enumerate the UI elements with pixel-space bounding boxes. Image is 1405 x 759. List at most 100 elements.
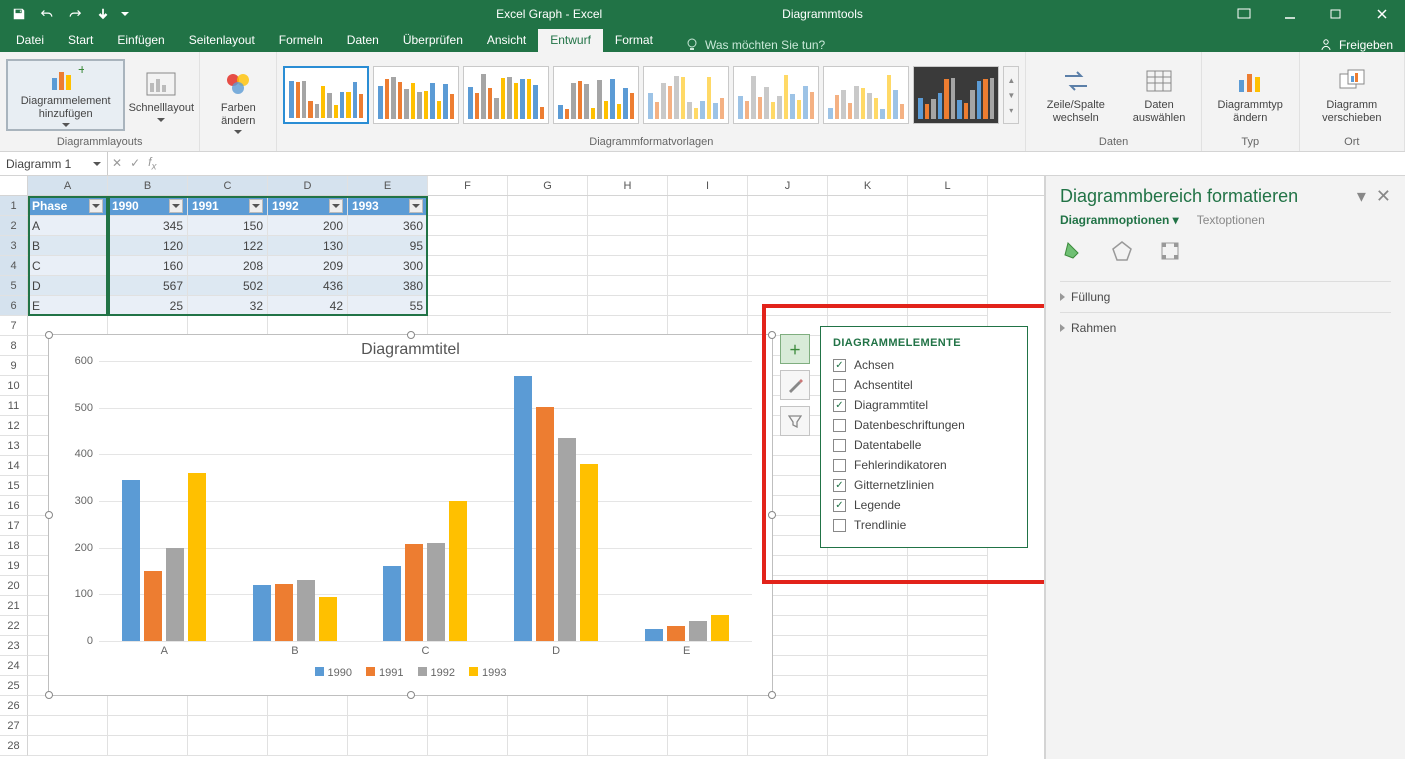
- row-header[interactable]: 18: [0, 536, 28, 556]
- chart-style-thumb[interactable]: [913, 66, 999, 124]
- grid-cell[interactable]: [588, 276, 668, 296]
- grid-cell[interactable]: C: [28, 256, 108, 276]
- col-header[interactable]: G: [508, 176, 588, 195]
- tab-ueberpruefen[interactable]: Überprüfen: [391, 29, 475, 52]
- qat-more-icon[interactable]: [118, 2, 132, 26]
- chart-style-thumb[interactable]: [553, 66, 639, 124]
- row-header[interactable]: 7: [0, 316, 28, 336]
- grid-cell[interactable]: [908, 576, 988, 596]
- grid-cell[interactable]: [428, 696, 508, 716]
- grid-cell[interactable]: [828, 736, 908, 756]
- grid-cell[interactable]: D: [28, 276, 108, 296]
- grid-cell[interactable]: [748, 696, 828, 716]
- grid-cell[interactable]: [828, 656, 908, 676]
- touch-mode-icon[interactable]: [90, 2, 116, 26]
- row-header[interactable]: 19: [0, 556, 28, 576]
- chart-bar[interactable]: [689, 621, 707, 641]
- grid-cell[interactable]: 567: [108, 276, 188, 296]
- grid-cell[interactable]: [588, 736, 668, 756]
- filter-dropdown-icon[interactable]: [249, 199, 263, 213]
- row-header[interactable]: 16: [0, 496, 28, 516]
- col-header[interactable]: K: [828, 176, 908, 195]
- grid-cell[interactable]: 1991: [188, 196, 268, 216]
- checkbox-icon[interactable]: [833, 419, 846, 432]
- checkbox-icon[interactable]: [833, 459, 846, 472]
- col-header[interactable]: L: [908, 176, 988, 195]
- col-header[interactable]: D: [268, 176, 348, 195]
- grid-cell[interactable]: [428, 236, 508, 256]
- grid-cell[interactable]: [588, 236, 668, 256]
- grid-cell[interactable]: [828, 596, 908, 616]
- chart-bar[interactable]: [188, 473, 206, 641]
- grid-cell[interactable]: [508, 296, 588, 316]
- chart-bar[interactable]: [144, 571, 162, 641]
- chart-element-option[interactable]: ✓Achsen: [833, 355, 1015, 375]
- row-header[interactable]: 3: [0, 236, 28, 256]
- col-header[interactable]: F: [428, 176, 508, 195]
- row-header[interactable]: 17: [0, 516, 28, 536]
- col-header[interactable]: J: [748, 176, 828, 195]
- grid-cell[interactable]: [268, 736, 348, 756]
- grid-cell[interactable]: [748, 236, 828, 256]
- row-header[interactable]: 9: [0, 356, 28, 376]
- chart-element-option[interactable]: ✓Gitternetzlinien: [833, 475, 1015, 495]
- grid-cell[interactable]: 25: [108, 296, 188, 316]
- chart-element-option[interactable]: Trendlinie: [833, 515, 1015, 535]
- grid-cell[interactable]: [508, 256, 588, 276]
- grid-cell[interactable]: 209: [268, 256, 348, 276]
- quick-layout-button[interactable]: Schnelllayout: [129, 59, 193, 131]
- grid-cell[interactable]: [428, 276, 508, 296]
- chart-bar[interactable]: [122, 480, 140, 641]
- row-header[interactable]: 2: [0, 216, 28, 236]
- row-header[interactable]: 1: [0, 196, 28, 216]
- grid-cell[interactable]: [908, 636, 988, 656]
- grid-cell[interactable]: [588, 696, 668, 716]
- formula-input[interactable]: [160, 152, 1405, 175]
- grid-cell[interactable]: 1992: [268, 196, 348, 216]
- tab-seitenlayout[interactable]: Seitenlayout: [177, 29, 267, 52]
- pane-section-border[interactable]: Rahmen: [1060, 312, 1391, 343]
- chart-bar[interactable]: [166, 548, 184, 641]
- grid-cell[interactable]: [908, 616, 988, 636]
- grid-cell[interactable]: [28, 716, 108, 736]
- grid-cell[interactable]: [188, 696, 268, 716]
- pane-section-fill[interactable]: Füllung: [1060, 281, 1391, 312]
- grid-cell[interactable]: [508, 316, 588, 336]
- grid-cell[interactable]: [508, 696, 588, 716]
- chart-element-option[interactable]: ✓Legende: [833, 495, 1015, 515]
- grid-cell[interactable]: [428, 256, 508, 276]
- grid-cell[interactable]: [108, 736, 188, 756]
- add-chart-element-button[interactable]: + Diagrammelement hinzufügen: [6, 59, 125, 131]
- grid-cell[interactable]: 208: [188, 256, 268, 276]
- grid-cell[interactable]: [668, 256, 748, 276]
- grid-cell[interactable]: [28, 316, 108, 336]
- grid-cell[interactable]: 436: [268, 276, 348, 296]
- grid-cell[interactable]: [748, 316, 828, 336]
- legend-item[interactable]: 1991: [366, 667, 403, 679]
- chart-bar[interactable]: [580, 464, 598, 641]
- chart-element-option[interactable]: Datenbeschriftungen: [833, 415, 1015, 435]
- grid-cell[interactable]: [428, 316, 508, 336]
- grid-cell[interactable]: [508, 216, 588, 236]
- grid-cell[interactable]: [828, 696, 908, 716]
- grid-cell[interactable]: [348, 316, 428, 336]
- grid-cell[interactable]: [508, 736, 588, 756]
- grid-cell[interactable]: [828, 636, 908, 656]
- row-header[interactable]: 25: [0, 676, 28, 696]
- grid-cell[interactable]: [908, 296, 988, 316]
- grid-cell[interactable]: [668, 276, 748, 296]
- grid-cell[interactable]: [268, 696, 348, 716]
- worksheet-area[interactable]: ABCDEFGHIJKL 1Phase19901991199219932A345…: [0, 176, 1045, 759]
- row-header[interactable]: 20: [0, 576, 28, 596]
- grid-cell[interactable]: [908, 276, 988, 296]
- row-header[interactable]: 27: [0, 716, 28, 736]
- grid-cell[interactable]: [908, 236, 988, 256]
- grid-cell[interactable]: [588, 196, 668, 216]
- row-header[interactable]: 23: [0, 636, 28, 656]
- grid-cell[interactable]: 122: [188, 236, 268, 256]
- grid-cell[interactable]: [268, 716, 348, 736]
- maximize-icon[interactable]: [1313, 0, 1359, 28]
- grid-cell[interactable]: [748, 276, 828, 296]
- row-header[interactable]: 13: [0, 436, 28, 456]
- checkbox-icon[interactable]: ✓: [833, 359, 846, 372]
